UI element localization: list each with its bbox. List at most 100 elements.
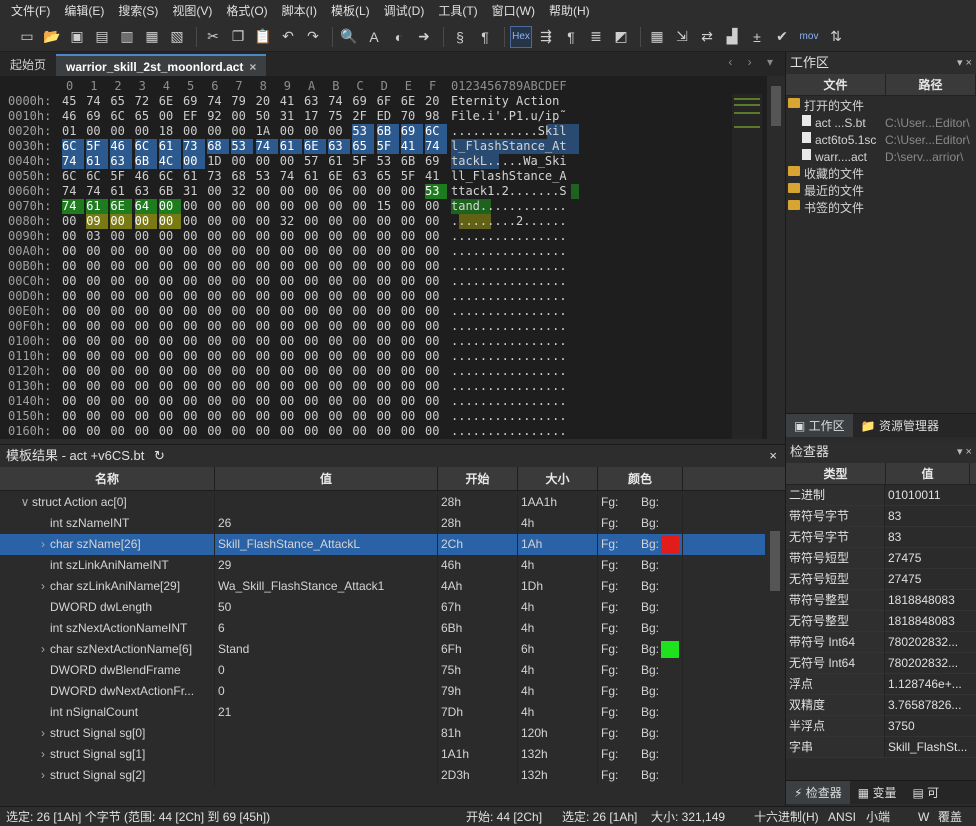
hex-byte[interactable]: 63 [135, 184, 157, 199]
hex-byte[interactable]: 98 [425, 109, 447, 124]
hex-byte[interactable]: 00 [207, 394, 229, 409]
scrollbar-thumb[interactable] [771, 86, 781, 126]
field-color[interactable]: Fg: Bg: [598, 639, 683, 660]
ascii-text[interactable]: l_FlashStance_At [451, 139, 567, 154]
hex-byte[interactable]: 00 [377, 349, 399, 364]
hex-byte[interactable]: 00 [280, 394, 302, 409]
hex-byte[interactable]: 6B [376, 124, 399, 139]
hex-byte[interactable]: 70 [401, 109, 423, 124]
hex-byte[interactable]: 00 [207, 409, 229, 424]
hex-byte[interactable]: 74 [62, 184, 84, 199]
hex-byte[interactable]: 00 [352, 349, 374, 364]
hex-byte[interactable]: 69 [400, 124, 423, 139]
hex-byte[interactable]: 00 [304, 334, 326, 349]
template-row[interactable]: int szNextActionNameINT 6 6Bh 4h Fg: Bg: [0, 618, 765, 639]
hex-row[interactable]: 0140h: 00 00 00 00 00 00 00 00 00 00 00 00 00 00 00 00..… [0, 394, 730, 409]
field-value[interactable]: 21 [215, 702, 438, 723]
template-row[interactable]: DWORD dwLength 50 67h 4h Fg: Bg: [0, 597, 765, 618]
ascii-text[interactable]: ................ [451, 274, 567, 289]
hex-overview-map[interactable] [732, 94, 762, 439]
menu-item[interactable]: 帮助(H) [542, 0, 597, 22]
hex-byte[interactable]: 5F [110, 169, 132, 184]
color-swatch[interactable] [661, 641, 679, 658]
save-as-icon[interactable]: ▤ [91, 26, 113, 48]
hex-byte[interactable]: 00 [352, 289, 374, 304]
hex-byte[interactable]: 03 [86, 229, 108, 244]
hex-byte[interactable]: 00 [377, 274, 399, 289]
hex-byte[interactable]: 00 [256, 304, 278, 319]
replace-icon[interactable]: A [363, 26, 385, 48]
menu-item[interactable]: 调试(D) [377, 0, 432, 22]
hex-byte[interactable]: 00 [110, 364, 132, 379]
hex-byte[interactable]: 00 [231, 109, 253, 124]
hex-byte[interactable]: 00 [231, 394, 253, 409]
hex-row[interactable]: 0160h: 00 00 00 00 00 00 00 00 00 00 00 00 00 00 00 00..… [0, 424, 730, 439]
hex-byte[interactable]: 00 [256, 364, 278, 379]
hex-byte[interactable]: 00 [401, 349, 423, 364]
status-encoding[interactable]: ANSI [828, 807, 856, 826]
ascii-text[interactable]: ................ [451, 229, 567, 244]
hex-byte[interactable]: 53 [425, 184, 447, 199]
hex-byte[interactable]: 00 [86, 289, 108, 304]
hex-byte[interactable]: 20 [425, 94, 447, 109]
script-icon[interactable]: § [449, 26, 471, 48]
hex-byte[interactable]: 00 [256, 229, 278, 244]
ascii-text[interactable]: tand............ [451, 199, 567, 214]
hex-byte[interactable]: 00 [304, 229, 326, 244]
hex-byte[interactable]: 69 [86, 109, 108, 124]
hex-byte[interactable]: 00 [280, 259, 302, 274]
tab-more[interactable]: ▤ 可 [904, 781, 947, 804]
hex-row[interactable]: 0030h: 6C 5F 46 6C 61 73 68 53 74 61 6E 63 65 5F 41 74 l_… [0, 139, 730, 154]
hex-byte[interactable]: 00 [377, 424, 399, 439]
hex-byte[interactable]: 00 [304, 349, 326, 364]
hex-row[interactable]: 00D0h: 00 00 00 00 00 00 00 00 00 00 00 00 00 00 00 00..… [0, 289, 730, 304]
hex-byte[interactable]: 00 [377, 394, 399, 409]
hex-byte[interactable]: 79 [231, 94, 253, 109]
hex-byte[interactable]: 00 [328, 334, 350, 349]
field-value[interactable] [215, 492, 438, 513]
hex-byte[interactable]: 00 [401, 199, 423, 214]
hex-byte[interactable]: 46 [110, 139, 133, 154]
hex-byte[interactable]: 18 [159, 124, 181, 139]
hex-byte[interactable]: 00 [401, 394, 423, 409]
hex-byte[interactable]: 00 [231, 364, 253, 379]
hex-byte[interactable]: 00 [304, 244, 326, 259]
hex-byte[interactable]: 63 [110, 154, 133, 169]
close-panel-icon[interactable]: × [769, 445, 777, 467]
hex-byte[interactable]: 00 [231, 409, 253, 424]
hex-byte[interactable]: 00 [256, 289, 278, 304]
hex-byte[interactable]: 00 [425, 244, 447, 259]
expand-caret-icon[interactable]: › [36, 639, 50, 660]
field-color[interactable]: Fg: Bg: [598, 555, 683, 576]
hex-byte[interactable]: 00 [304, 304, 326, 319]
field-color[interactable]: Fg: Bg: [598, 702, 683, 723]
undo-icon[interactable]: ↶ [277, 26, 299, 48]
hex-byte[interactable]: 00 [328, 229, 350, 244]
import-icon[interactable]: ⇲ [671, 26, 693, 48]
hex-byte[interactable]: 00 [86, 274, 108, 289]
hex-byte[interactable]: 6B [401, 154, 423, 169]
base-convert-icon[interactable]: ⇅ [825, 26, 847, 48]
inspector-row[interactable]: 无符号短型 27475 [786, 569, 976, 590]
ascii-text[interactable]: ttack1.2.......S [451, 184, 567, 199]
hex-byte[interactable]: 31 [183, 184, 205, 199]
hex-byte[interactable]: 00 [62, 289, 84, 304]
hex-byte[interactable]: 00 [207, 199, 229, 214]
copy-icon[interactable]: ❐ [227, 26, 249, 48]
hex-byte[interactable]: 00 [183, 304, 205, 319]
col-color[interactable]: 颜色 [598, 467, 683, 490]
hex-byte[interactable]: 41 [280, 94, 302, 109]
hex-byte[interactable]: 00 [207, 304, 229, 319]
field-value[interactable]: 26 [215, 513, 438, 534]
hex-byte[interactable]: 00 [110, 274, 132, 289]
menu-item[interactable]: 窗口(W) [485, 0, 542, 22]
hex-byte[interactable]: 00 [231, 304, 253, 319]
hex-byte[interactable]: 00 [231, 349, 253, 364]
ascii-text[interactable]: ................ [451, 334, 567, 349]
ascii-text[interactable]: ................ [451, 289, 567, 304]
hex-byte[interactable]: 74 [86, 94, 108, 109]
template-row[interactable]: DWORD dwNextActionFr... 0 79h 4h Fg: Bg: [0, 681, 765, 702]
hex-byte[interactable]: 32 [231, 184, 253, 199]
hex-byte[interactable]: 00 [328, 289, 350, 304]
hex-byte[interactable]: 01 [62, 124, 84, 139]
